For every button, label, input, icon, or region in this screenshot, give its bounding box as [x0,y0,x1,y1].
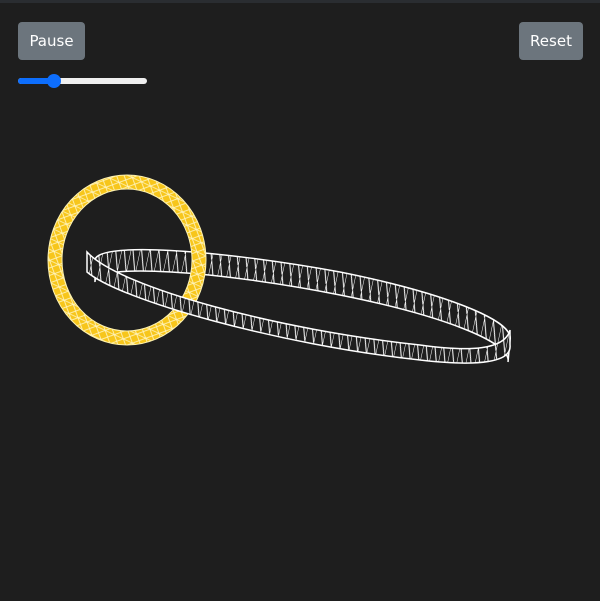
render-canvas[interactable]: Pause Reset [0,0,600,601]
pause-button[interactable]: Pause [18,22,85,60]
reset-button[interactable]: Reset [519,22,583,60]
speed-slider[interactable] [18,74,147,88]
3d-viewport [47,174,511,364]
white-band-back [94,248,511,363]
slider-thumb[interactable] [46,74,61,88]
